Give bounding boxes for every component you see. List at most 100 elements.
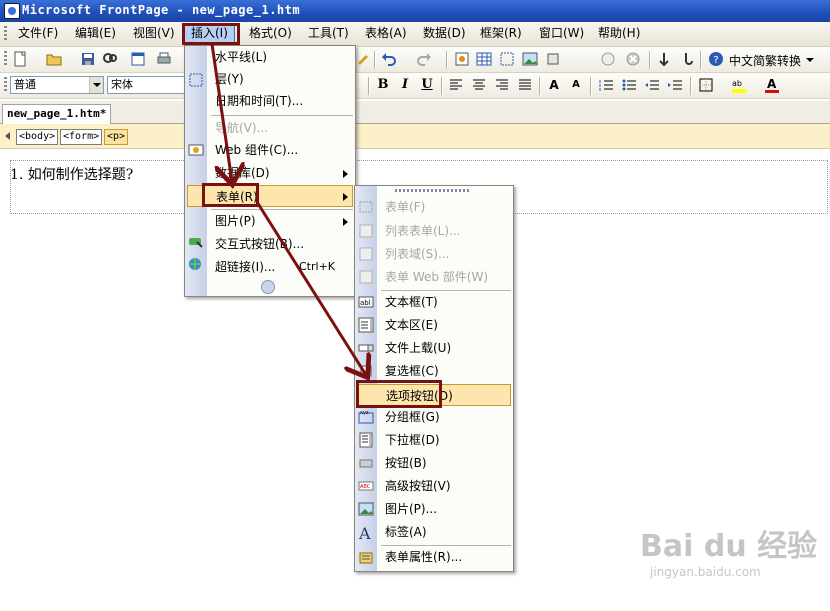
save-icon[interactable] (80, 51, 96, 67)
menu-item-form-web-part[interactable]: 表单 Web 部件(W) (385, 266, 488, 288)
insert-menu: 水平线(L) 层(Y) 日期和时间(T)... 导航(V)... Web 组件(… (184, 45, 356, 297)
menu-file[interactable]: 文件(F) (12, 25, 64, 42)
menu-window[interactable]: 窗口(W) (533, 25, 590, 42)
insert-picture-icon[interactable] (522, 51, 538, 67)
style-dropdown[interactable]: 普通 (10, 76, 104, 94)
toolbar-grip[interactable] (4, 77, 7, 93)
highlight-icon[interactable]: ab (731, 77, 747, 93)
chevron-down-icon[interactable] (806, 58, 814, 62)
align-right-icon[interactable] (494, 77, 510, 93)
insert-layer-icon[interactable] (499, 51, 515, 67)
menu-view[interactable]: 视图(V) (127, 25, 181, 42)
list-form-icon (359, 224, 373, 238)
tag-p[interactable]: <p> (104, 129, 129, 145)
decrease-indent-icon[interactable] (644, 77, 660, 93)
menu-item-file-upload[interactable]: 文件上载(U) (385, 337, 451, 359)
menu-tools[interactable]: 工具(T) (302, 25, 355, 42)
bulleted-list-icon[interactable] (621, 77, 637, 93)
menubar-grip[interactable] (4, 26, 7, 42)
stop-icon[interactable] (625, 51, 641, 67)
advanced-button-icon: ABC (358, 481, 374, 491)
help-icon[interactable]: ? (708, 51, 724, 67)
menu-item-form-picture[interactable]: 图片(P)... (385, 498, 437, 520)
menu-item-textarea[interactable]: 文本区(E) (385, 314, 438, 336)
svg-text:xyz: xyz (360, 410, 369, 416)
menu-item-textbox[interactable]: 文本框(T) (385, 291, 438, 313)
tearoff-handle[interactable] (395, 189, 471, 192)
insert-table-icon[interactable] (476, 51, 492, 67)
hyperlink-icon[interactable] (679, 51, 695, 67)
menu-item-list-form[interactable]: 列表表单(L)... (385, 220, 461, 242)
menu-item-picture[interactable]: 图片(P) (215, 210, 256, 232)
menu-item-form-properties[interactable]: 表单属性(R)... (385, 546, 462, 568)
web-component-icon (188, 144, 204, 156)
menu-item-advanced-button[interactable]: 高级按钮(V) (385, 475, 451, 497)
open-folder-icon[interactable] (46, 51, 62, 67)
increase-indent-icon[interactable] (667, 77, 683, 93)
tag-back-arrow-icon[interactable] (5, 132, 10, 140)
submenu-arrow-icon (343, 193, 348, 201)
menu-item-group-box[interactable]: 分组框(G) (385, 406, 440, 428)
undo-icon[interactable] (381, 51, 397, 67)
menu-item-push-button[interactable]: 按钮(B) (385, 452, 427, 474)
menu-frames[interactable]: 框架(R) (474, 25, 528, 42)
menu-item-list-field[interactable]: 列表域(S)... (385, 243, 449, 265)
label-icon: A (358, 524, 371, 540)
numbered-list-icon[interactable] (598, 77, 614, 93)
chevron-down-icon[interactable] (89, 77, 103, 93)
menu-item-layer[interactable]: 层(Y) (215, 68, 244, 90)
tag-body[interactable]: <body> (16, 129, 59, 145)
form-web-part-icon (359, 270, 373, 284)
menu-data[interactable]: 数据(D) (417, 25, 472, 42)
window-title: Microsoft FrontPage - new_page_1.htm (22, 3, 301, 17)
align-center-icon[interactable] (471, 77, 487, 93)
list-field-icon (359, 247, 373, 261)
format-painter-icon[interactable] (354, 51, 370, 67)
insert-component-icon[interactable] (454, 51, 470, 67)
font-dropdown[interactable]: 宋体 (107, 76, 187, 94)
align-left-icon[interactable] (448, 77, 464, 93)
bold-icon[interactable]: B (375, 77, 391, 93)
web-page-icon[interactable] (130, 51, 146, 67)
tab-new-page[interactable]: new_page_1.htm* (2, 104, 112, 124)
justify-icon[interactable] (517, 77, 533, 93)
submenu-arrow-icon (343, 218, 348, 226)
menu-item-dropdown-box[interactable]: 下拉框(D) (385, 429, 440, 451)
chinese-conversion-button[interactable]: 中文简繁转换 (729, 52, 801, 69)
search-icon[interactable] (102, 51, 118, 67)
svg-text:ABC: ABC (360, 484, 371, 490)
new-page-icon[interactable] (12, 51, 28, 67)
menu-edit[interactable]: 编辑(E) (69, 25, 122, 42)
underline-icon[interactable]: U (419, 77, 435, 93)
menu-item-checkbox[interactable]: 复选框(C) (385, 360, 439, 382)
menu-item-web-component[interactable]: Web 组件(C)... (215, 139, 298, 161)
tag-form[interactable]: <form> (60, 129, 103, 145)
menu-item-date-time[interactable]: 日期和时间(T)... (215, 90, 303, 112)
borders-icon[interactable] (698, 77, 714, 93)
increase-font-icon[interactable]: A (546, 77, 562, 93)
print-icon[interactable] (156, 51, 172, 67)
decrease-font-icon[interactable]: A (568, 77, 584, 93)
italic-icon[interactable]: I (397, 77, 413, 93)
toolbar-grip[interactable] (4, 51, 7, 67)
editor-question-text[interactable]: 1. 如何制作选择题? (10, 164, 133, 184)
menu-item-interactive-button[interactable]: 交互式按钮(B)... (215, 233, 304, 255)
menu-bar: 文件(F) 编辑(E) 视图(V) 插入(I) 格式(O) 工具(T) 表格(A… (0, 22, 830, 47)
menu-item-label[interactable]: 标签(A) (385, 521, 427, 543)
quick-tag-selector: <body> <form> <p> (0, 124, 830, 149)
menu-item-navigation[interactable]: 导航(V)... (215, 117, 268, 139)
menu-item-horizontal-line[interactable]: 水平线(L) (215, 46, 267, 68)
menu-item-database[interactable]: 数据库(D) (215, 162, 270, 184)
menu-format[interactable]: 格式(O) (243, 25, 298, 42)
insert-file-icon[interactable] (600, 51, 616, 67)
menu-table[interactable]: 表格(A) (359, 25, 413, 42)
menu-item-hyperlink[interactable]: 超链接(I)... (215, 256, 275, 278)
expand-menu-icon[interactable] (261, 280, 275, 294)
bookmark-icon[interactable] (656, 51, 672, 67)
redo-icon[interactable] (416, 51, 432, 67)
svg-text:A: A (358, 524, 371, 540)
drawing-icon[interactable] (545, 51, 561, 67)
menu-help[interactable]: 帮助(H) (592, 25, 646, 42)
font-color-icon[interactable]: A (764, 77, 780, 93)
menu-item-form-container[interactable]: 表单(F) (385, 196, 425, 218)
